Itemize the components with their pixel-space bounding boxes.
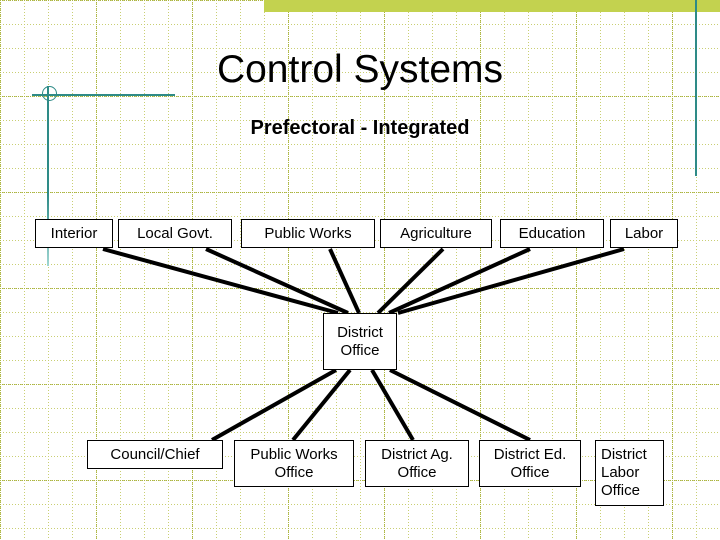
node-label-line2: Office [397, 463, 437, 481]
slide-canvas: Control Systems Prefectoral - Integrated [0, 0, 720, 540]
node-district-labor-office[interactable]: District Labor Office [595, 440, 664, 506]
connector-interior-to-hub [102, 247, 339, 315]
node-label-line1: District Ag. [381, 445, 453, 463]
node-agriculture[interactable]: Agriculture [380, 219, 492, 248]
node-label-line1: District [337, 323, 383, 341]
node-label-line2: Labor [601, 464, 640, 481]
node-council-chief[interactable]: Council/Chief [87, 440, 223, 469]
node-education[interactable]: Education [500, 219, 604, 248]
node-public-works[interactable]: Public Works [241, 219, 375, 248]
node-public-works-office[interactable]: Public Works Office [234, 440, 354, 487]
connector-hub-to-council [211, 368, 337, 442]
node-label: Local Govt. [137, 224, 213, 242]
node-local-govt[interactable]: Local Govt. [118, 219, 232, 248]
node-label-line1: District Ed. [493, 445, 567, 463]
node-label: Labor [624, 224, 664, 242]
connector-hub-to-ed-office [389, 368, 531, 442]
node-interior[interactable]: Interior [35, 219, 113, 248]
connector-hub-to-pw-office [291, 368, 352, 442]
node-label-line1: Public Works [250, 445, 338, 463]
node-labor[interactable]: Labor [610, 219, 678, 248]
node-label-line2: Office [274, 463, 314, 481]
node-label-line3: Office [601, 482, 640, 499]
node-label: Education [518, 224, 586, 242]
node-district-office[interactable]: District Office [323, 313, 397, 370]
node-label: Agriculture [400, 224, 472, 242]
node-district-ed-office[interactable]: District Ed. Office [479, 440, 581, 487]
node-label-line1: Council/Chief [110, 445, 200, 463]
node-district-ag-office[interactable]: District Ag. Office [365, 440, 469, 487]
org-diagram: Interior Local Govt. Public Works Agricu… [0, 0, 720, 540]
node-label: Interior [50, 224, 98, 242]
connector-publicworks-to-hub [328, 248, 361, 314]
node-label-line1: District [601, 446, 647, 463]
node-label-line2: Office [510, 463, 550, 481]
node-label-line2: Office [340, 341, 380, 359]
node-label: Public Works [264, 224, 352, 242]
